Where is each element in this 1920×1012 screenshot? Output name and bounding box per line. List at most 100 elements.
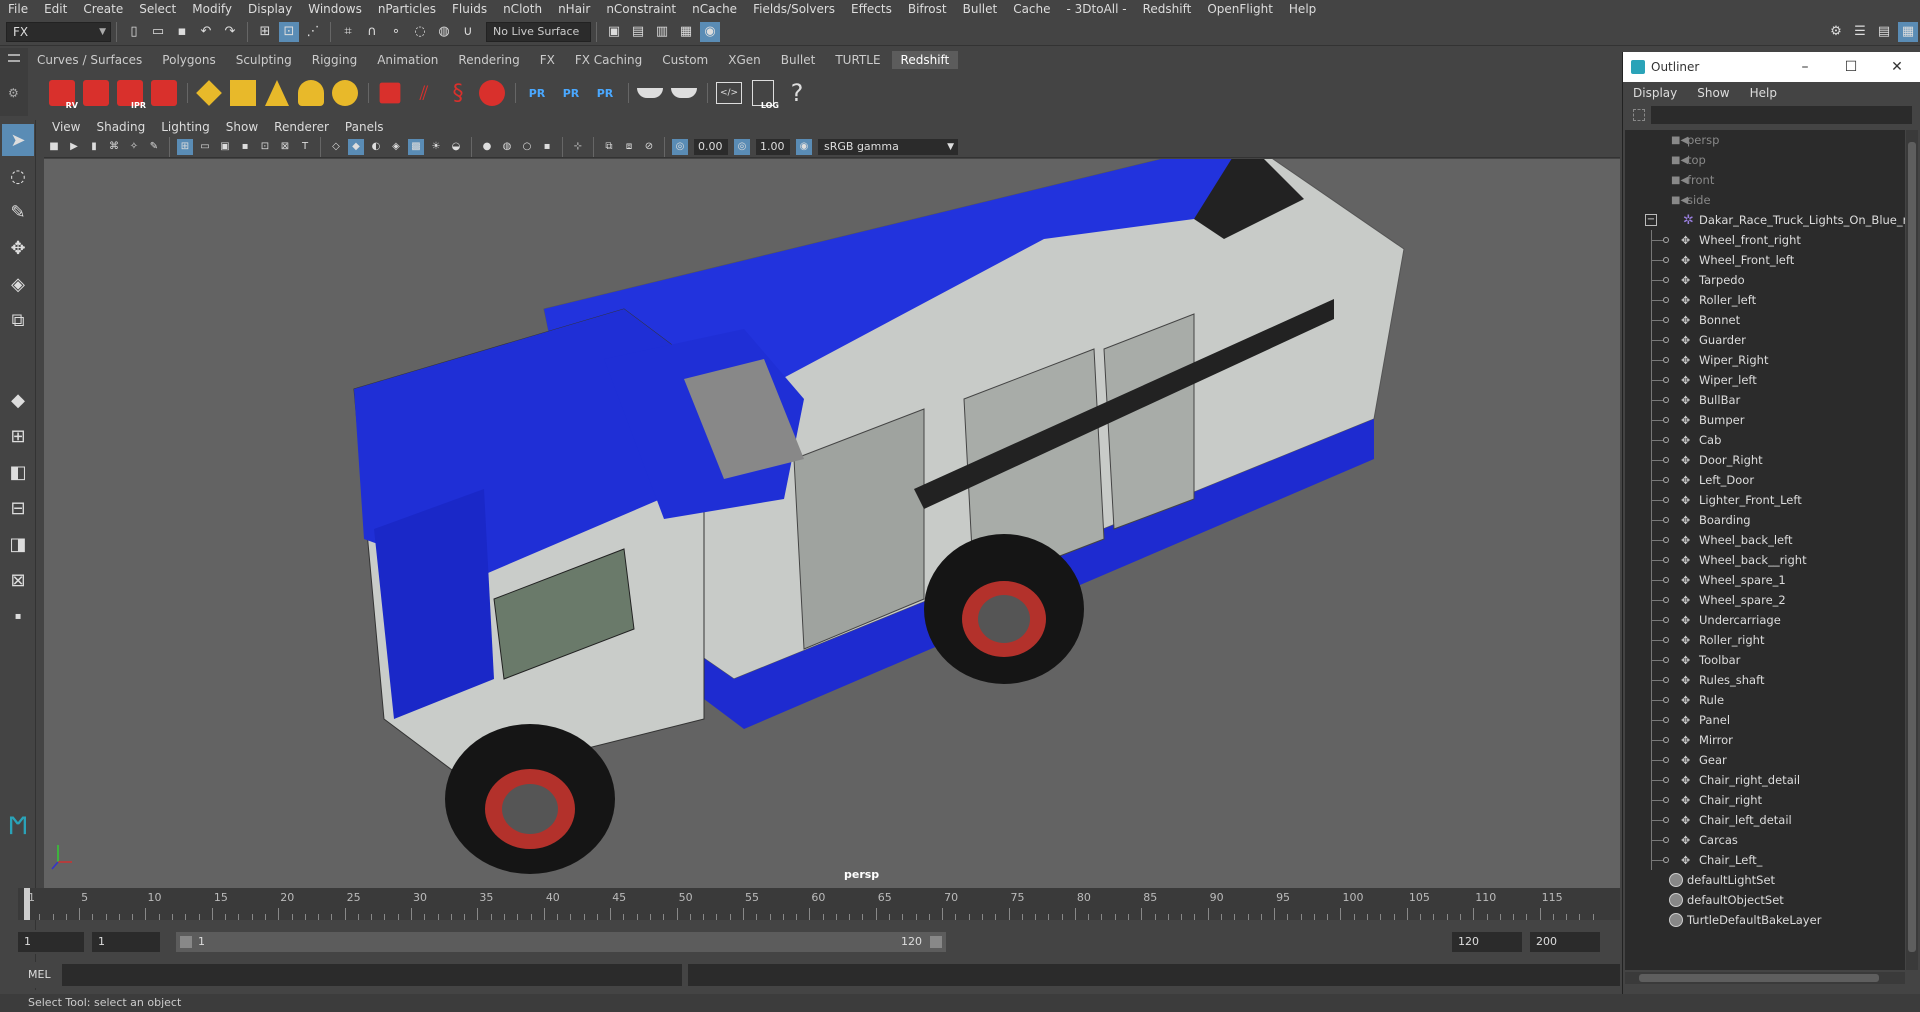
shelf-tab[interactable]: Bullet: [772, 51, 825, 69]
outliner-mesh-row[interactable]: ✥ Bonnet: [1625, 310, 1905, 330]
shelf-tab[interactable]: Redshift: [891, 51, 959, 69]
outliner-mesh-row[interactable]: ✥ Wheel_back_left: [1625, 530, 1905, 550]
rotate-tool-icon[interactable]: ◈: [2, 268, 34, 300]
time-slider[interactable]: 1 5 10 15 20 25 30 35 40 45 50 55 60 65 70 75 80 85 90 95 10…: [18, 888, 1620, 920]
expand-dot-icon[interactable]: [1663, 797, 1669, 803]
panel-menu-item[interactable]: Shading: [88, 120, 153, 134]
filter-icon[interactable]: [1633, 109, 1645, 121]
menu-item[interactable]: Fluids: [444, 2, 495, 16]
snap-surface-icon[interactable]: ◍: [434, 22, 454, 42]
menu-item[interactable]: OpenFlight: [1199, 2, 1281, 16]
four-view-layout-icon[interactable]: ⊞: [2, 420, 34, 452]
redshift-log-icon[interactable]: LOG: [747, 76, 779, 110]
redshift-ipr-icon[interactable]: IPR: [114, 76, 146, 110]
wireframe-icon[interactable]: ◇: [328, 139, 344, 155]
minimize-icon[interactable]: –: [1782, 59, 1828, 75]
menu-item[interactable]: Create: [75, 2, 131, 16]
outliner-set-row[interactable]: TurtleDefaultBakeLayer: [1625, 910, 1905, 930]
magnet-icon[interactable]: ∪: [458, 22, 478, 42]
redshift-area-light-icon[interactable]: [193, 76, 225, 110]
outliner-menu-item[interactable]: Display: [1623, 86, 1687, 100]
redshift-sphere-icon[interactable]: [476, 76, 508, 110]
outliner-mesh-row[interactable]: ✥ Chair_Left_: [1625, 850, 1905, 870]
command-input[interactable]: [62, 964, 682, 986]
redshift-bake-icon[interactable]: [634, 76, 666, 110]
redshift-pr-export-icon[interactable]: PR: [555, 76, 587, 110]
expand-dot-icon[interactable]: [1663, 817, 1669, 823]
outliner-mesh-row[interactable]: ✥ Wheel_spare_2: [1625, 590, 1905, 610]
expand-dot-icon[interactable]: [1663, 257, 1669, 263]
outliner-mesh-row[interactable]: ✥ Wheel_spare_1: [1625, 570, 1905, 590]
expand-dot-icon[interactable]: [1663, 277, 1669, 283]
redshift-settings-icon[interactable]: [148, 76, 180, 110]
menu-item[interactable]: Windows: [300, 2, 370, 16]
image-plane-icon[interactable]: ⌘: [106, 139, 122, 155]
shelf-tab[interactable]: Rendering: [449, 51, 528, 69]
maximize-icon[interactable]: ☐: [1828, 59, 1874, 75]
expand-dot-icon[interactable]: [1663, 317, 1669, 323]
redshift-bake-set-icon[interactable]: [668, 76, 700, 110]
shelf-tab[interactable]: FX Caching: [566, 51, 651, 69]
outliner-mesh-row[interactable]: ✥ Toolbar: [1625, 650, 1905, 670]
expand-dot-icon[interactable]: [1663, 757, 1669, 763]
outliner-mesh-row[interactable]: ✥ Roller_left: [1625, 290, 1905, 310]
expand-dot-icon[interactable]: [1663, 397, 1669, 403]
safe-title-icon[interactable]: T: [297, 139, 313, 155]
single-perspective-layout-icon[interactable]: ◆: [2, 384, 34, 416]
outliner-mesh-row[interactable]: ✥ Wheel_front_right: [1625, 230, 1905, 250]
shelf-gear-icon[interactable]: ⚙: [8, 86, 20, 100]
expand-dot-icon[interactable]: [1663, 617, 1669, 623]
menu-item[interactable]: - 3DtoAll -: [1059, 2, 1135, 16]
gamma-icon[interactable]: ◎: [734, 138, 750, 155]
lasso-tool-icon[interactable]: ◌: [2, 160, 34, 192]
expand-dot-icon[interactable]: [1663, 717, 1669, 723]
outliner-horizontal-scrollbar[interactable]: [1625, 972, 1905, 984]
outliner-search-input[interactable]: [1651, 106, 1912, 124]
menu-item[interactable]: File: [0, 2, 36, 16]
shelf-tab[interactable]: TURTLE: [826, 51, 889, 69]
wireframe-on-shaded-icon[interactable]: ◈: [388, 139, 404, 155]
menu-item[interactable]: Help: [1281, 2, 1324, 16]
exposure-field[interactable]: 0.00: [694, 138, 728, 155]
outliner-mesh-row[interactable]: ✥ Cab: [1625, 430, 1905, 450]
menu-set-dropdown[interactable]: FX ▼: [6, 21, 111, 42]
expand-dot-icon[interactable]: [1663, 637, 1669, 643]
render-settings-icon[interactable]: ▥: [652, 22, 672, 42]
redshift-help-icon[interactable]: ?: [781, 76, 813, 110]
redo-icon[interactable]: ↷: [220, 22, 240, 42]
expand-dot-icon[interactable]: [1663, 357, 1669, 363]
outliner-set-row[interactable]: defaultObjectSet: [1625, 890, 1905, 910]
expand-dot-icon[interactable]: [1663, 697, 1669, 703]
menu-item[interactable]: nCloth: [495, 2, 550, 16]
menu-item[interactable]: Redshift: [1135, 2, 1200, 16]
sign-in-icon[interactable]: ⚙: [1826, 22, 1846, 42]
save-scene-icon[interactable]: ▪: [172, 22, 192, 42]
outliner-mesh-row[interactable]: ✥ Chair_right_detail: [1625, 770, 1905, 790]
menu-item[interactable]: Bullet: [955, 2, 1006, 16]
expand-dot-icon[interactable]: [1663, 497, 1669, 503]
shelf-tab[interactable]: XGen: [719, 51, 770, 69]
scale-tool-icon[interactable]: ⧉: [2, 304, 34, 336]
select-camera-icon[interactable]: ■: [46, 139, 62, 155]
xray-active-icon[interactable]: ⧈: [621, 139, 637, 155]
outliner-mesh-row[interactable]: ✥ Tarpedo: [1625, 270, 1905, 290]
current-time-indicator[interactable]: [24, 888, 30, 920]
expand-dot-icon[interactable]: [1663, 577, 1669, 583]
gate-mask-icon[interactable]: ▪: [237, 139, 253, 155]
outliner-mesh-row[interactable]: ✥ Lighter_Front_Left: [1625, 490, 1905, 510]
persp-outliner-layout-icon[interactable]: ◧: [2, 456, 34, 488]
shelf-tab[interactable]: Polygons: [153, 51, 224, 69]
close-icon[interactable]: ✕: [1874, 59, 1920, 75]
expand-dot-icon[interactable]: [1663, 417, 1669, 423]
expand-dot-icon[interactable]: [1663, 477, 1669, 483]
outliner-mesh-row[interactable]: ✥ Wiper_Right: [1625, 350, 1905, 370]
shelf-tab[interactable]: Curves / Surfaces: [28, 51, 151, 69]
range-handle-left[interactable]: [180, 936, 192, 948]
outliner-titlebar[interactable]: Outliner – ☐ ✕: [1623, 52, 1920, 82]
panel-menu-item[interactable]: Lighting: [153, 120, 218, 134]
expand-dot-icon[interactable]: [1663, 297, 1669, 303]
menu-item[interactable]: Select: [131, 2, 184, 16]
shelf-tab[interactable]: Animation: [368, 51, 447, 69]
expand-dot-icon[interactable]: [1663, 597, 1669, 603]
outliner-mesh-row[interactable]: ✥ Wheel_Front_left: [1625, 250, 1905, 270]
